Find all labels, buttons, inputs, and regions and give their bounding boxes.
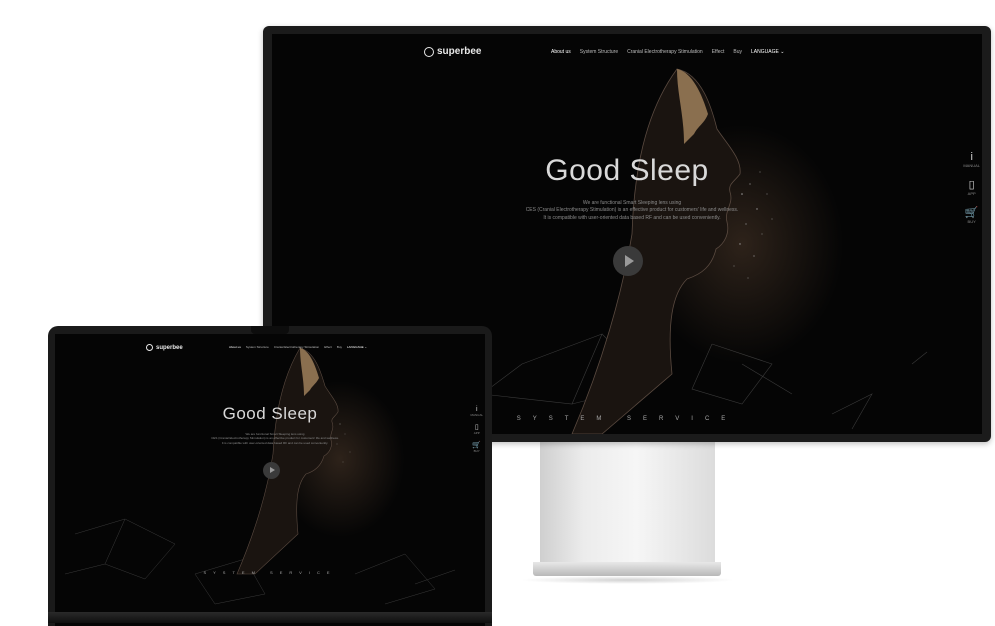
hero-description-line: It is compatible with user-oriented data… — [221, 440, 329, 445]
side-item-app[interactable]: ▯ APP — [474, 424, 480, 435]
side-item-app[interactable]: ▯ APP — [967, 179, 976, 197]
monitor-stand-foot — [533, 562, 721, 576]
side-quick-menu: i MANUAL ▯ APP 🛒 BUY — [470, 406, 483, 453]
hero-title: Good Sleep — [545, 154, 709, 187]
logo-text: superbee — [437, 46, 482, 57]
logo-text: superbee — [156, 344, 183, 351]
camera-notch — [251, 326, 289, 334]
system-service-label: SYSTEM SERVICE — [203, 570, 337, 575]
phone-icon: ▯ — [968, 179, 975, 191]
hero-title: Good Sleep — [222, 404, 318, 423]
nav-menu: About us System Structure Cranial Electr… — [229, 345, 367, 349]
phone-icon: ▯ — [474, 424, 479, 431]
language-dropdown[interactable]: LANGUAGE ⌄ — [751, 49, 784, 55]
side-item-buy[interactable]: 🛒 BUY — [964, 207, 979, 225]
superbee-logo[interactable]: superbee — [424, 46, 481, 57]
nav-item-system-structure[interactable]: System Structure — [246, 345, 269, 349]
side-item-label: MANUAL — [963, 163, 980, 168]
side-item-label: APP — [473, 431, 480, 435]
nav-item-buy[interactable]: Buy — [733, 49, 742, 55]
monitor-stand — [540, 442, 715, 564]
side-item-label: BUY — [473, 449, 480, 453]
hero-description-line: We are functional Smart Sleeping lens us… — [582, 200, 682, 206]
nav-item-effect[interactable]: Effect — [324, 345, 332, 349]
play-video-button[interactable] — [263, 462, 280, 479]
info-icon: i — [475, 406, 478, 413]
face-silhouette — [236, 347, 351, 575]
hero-description-line: CES (Cranial Electrotherapy Stimulation)… — [525, 207, 739, 214]
laptop-website-screen: superbee About us System Structure Crani… — [55, 334, 485, 626]
laptop-hinge — [48, 612, 492, 623]
superbee-logo[interactable]: superbee — [146, 344, 183, 351]
nav-item-ces[interactable]: Cranial Electrotherapy Stimulation — [274, 345, 319, 349]
side-item-label: BUY — [967, 219, 976, 224]
side-quick-menu: i MANUAL ▯ APP 🛒 BUY — [963, 151, 980, 225]
nav-item-system-structure[interactable]: System Structure — [580, 49, 618, 55]
nav-menu: About us System Structure Cranial Electr… — [551, 49, 784, 55]
superbee-logo-icon — [424, 46, 434, 57]
hero-description: We are functional Smart Sleeping lens us… — [185, 432, 365, 445]
hero-description: We are functional Smart Sleeping lens us… — [482, 200, 782, 222]
side-item-label: APP — [967, 191, 976, 196]
nav-item-ces[interactable]: Cranial Electrotherapy Stimulation — [627, 49, 703, 55]
nav-item-buy[interactable]: Buy — [337, 345, 342, 349]
cart-icon: 🛒 — [964, 207, 979, 219]
info-icon: i — [970, 151, 973, 163]
nav-item-effect[interactable]: Effect — [712, 49, 725, 55]
side-item-manual[interactable]: i MANUAL — [963, 151, 980, 169]
laptop: superbee About us System Structure Crani… — [48, 326, 492, 626]
nav-item-about-us[interactable]: About us — [551, 49, 571, 55]
stand-shadow — [520, 576, 735, 584]
side-item-buy[interactable]: 🛒 BUY — [472, 442, 481, 453]
superbee-logo-icon — [146, 344, 153, 351]
play-video-button[interactable] — [613, 246, 643, 276]
hero-description-line: It is compatible with user-oriented data… — [543, 214, 721, 221]
language-dropdown[interactable]: LANGUAGE ⌄ — [347, 345, 367, 349]
cart-icon: 🛒 — [472, 442, 482, 449]
side-item-label: MANUAL — [470, 413, 483, 417]
nav-item-about-us[interactable]: About us — [229, 345, 241, 349]
side-item-manual[interactable]: i MANUAL — [470, 406, 483, 417]
